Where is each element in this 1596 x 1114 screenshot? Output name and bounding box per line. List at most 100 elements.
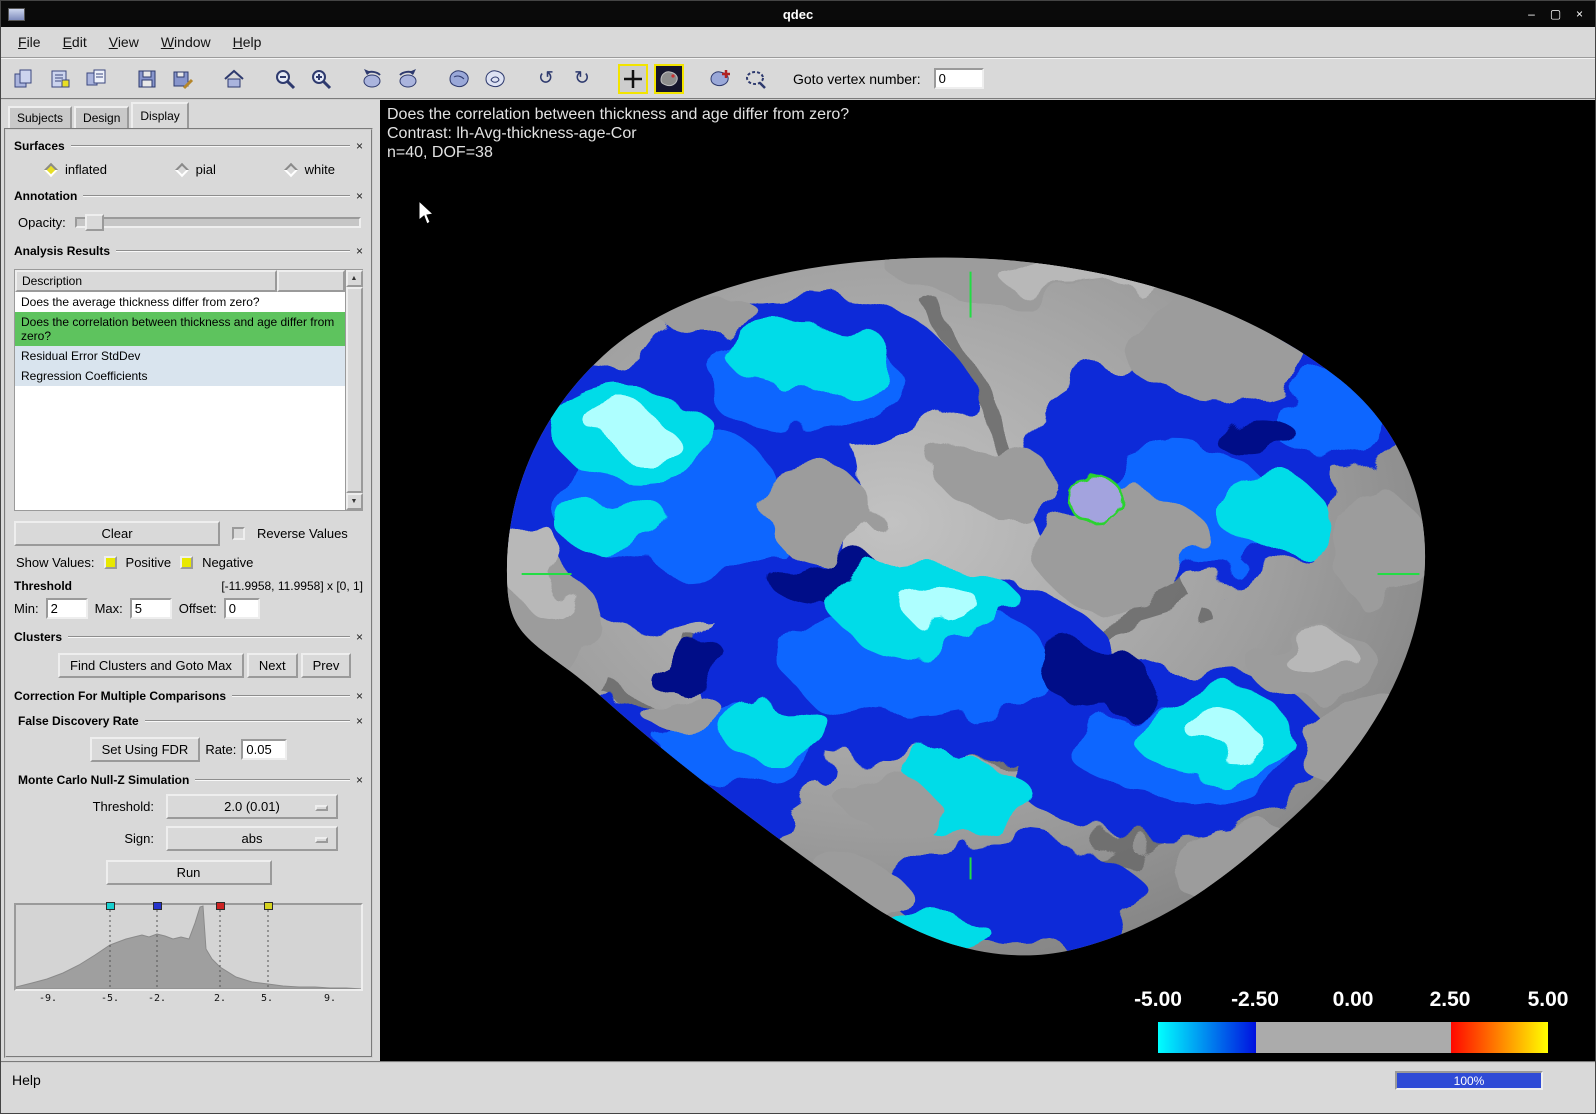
- annotation-title: Annotation: [14, 189, 77, 203]
- table-row[interactable]: Does the average thickness differ from z…: [15, 292, 345, 312]
- opacity-slider[interactable]: [75, 212, 361, 232]
- menu-window[interactable]: Window: [150, 29, 222, 55]
- zoom-in-icon[interactable]: [306, 64, 336, 94]
- control-panel: Subjects Design Display Surfaces × infla…: [1, 100, 379, 1061]
- menu-view[interactable]: View: [98, 29, 150, 55]
- scroll-up-icon[interactable]: ▲: [346, 270, 363, 287]
- overlay-contrast: Contrast: lh-Avg-thickness-age-Cor: [387, 124, 849, 143]
- minimize-icon[interactable]: –: [1521, 5, 1542, 23]
- mc-sign-select[interactable]: abs: [166, 826, 338, 851]
- copy-icon[interactable]: [9, 64, 39, 94]
- menu-edit[interactable]: Edit: [52, 29, 98, 55]
- menu-file[interactable]: File: [7, 29, 52, 55]
- close-panel-icon[interactable]: ×: [356, 246, 363, 256]
- set-using-fdr-button[interactable]: Set Using FDR: [90, 737, 201, 762]
- table-row[interactable]: Residual Error StdDev: [15, 346, 345, 366]
- colorbar: [1158, 1022, 1548, 1053]
- colorbar-label: -2.50: [1231, 988, 1279, 1012]
- table-scrollbar[interactable]: ▲ ▼: [345, 270, 362, 510]
- duplicate-icon[interactable]: [81, 64, 111, 94]
- min-input[interactable]: [46, 598, 88, 619]
- marker-select-icon[interactable]: [741, 64, 771, 94]
- tab-display[interactable]: Display: [131, 102, 188, 128]
- maximize-icon[interactable]: ▢: [1545, 5, 1566, 23]
- zoom-out-icon[interactable]: [270, 64, 300, 94]
- option-menu-indicator-icon: [315, 805, 328, 811]
- clusters-buttons-row: Find Clusters and Goto Max Next Prev: [14, 653, 363, 678]
- run-button[interactable]: Run: [106, 860, 272, 885]
- histogram-marker-negative[interactable]: [153, 902, 162, 910]
- fdr-controls-row: Set Using FDR Rate:: [14, 737, 363, 762]
- offset-input[interactable]: [224, 598, 260, 619]
- histogram-marker-max-positive[interactable]: [264, 902, 273, 910]
- crosshair-tool-icon[interactable]: [618, 64, 648, 94]
- opacity-slider-handle[interactable]: [85, 214, 104, 231]
- overlay-question: Does the correlation between thickness a…: [387, 105, 849, 124]
- marker-add-icon[interactable]: [705, 64, 735, 94]
- histogram-marker-min-negative[interactable]: [106, 902, 115, 910]
- opacity-slider-trough[interactable]: [75, 217, 361, 228]
- colorbar-label: -5.00: [1134, 988, 1182, 1012]
- mc-sign-value: abs: [242, 831, 263, 846]
- table-row[interactable]: Regression Coefficients: [15, 366, 345, 386]
- tab-subjects[interactable]: Subjects: [8, 106, 72, 128]
- axis-tick: 5.: [261, 993, 273, 1004]
- home-icon[interactable]: [219, 64, 249, 94]
- panel-tabs: Subjects Design Display: [1, 100, 379, 128]
- reverse-values-checkbox[interactable]: [232, 527, 245, 540]
- brain-medial-icon[interactable]: [480, 64, 510, 94]
- close-panel-icon[interactable]: ×: [356, 775, 363, 785]
- selected-cluster-patch[interactable]: [1068, 476, 1122, 522]
- histogram-marker-positive[interactable]: [216, 902, 225, 910]
- undo-icon[interactable]: ↺: [531, 64, 561, 94]
- threshold-row: Threshold [-11.9958, 11.9958] x [0, 1]: [14, 579, 363, 593]
- analysis-results-list: Description Does the average thickness d…: [15, 270, 345, 510]
- rate-input[interactable]: [241, 739, 287, 760]
- brain-surface-render[interactable]: [380, 100, 1595, 1061]
- close-panel-icon[interactable]: ×: [356, 691, 363, 701]
- max-input[interactable]: [130, 598, 172, 619]
- close-panel-icon[interactable]: ×: [356, 141, 363, 151]
- radio-white[interactable]: white: [286, 162, 335, 177]
- rotate-left-icon[interactable]: [357, 64, 387, 94]
- radio-inflated[interactable]: inflated: [46, 162, 107, 177]
- redo-icon[interactable]: ↻: [567, 64, 597, 94]
- mc-sign-label: Sign:: [14, 831, 166, 846]
- surface-viewport[interactable]: Does the correlation between thickness a…: [380, 100, 1595, 1061]
- copy-page-icon[interactable]: [45, 64, 75, 94]
- prev-cluster-button[interactable]: Prev: [301, 653, 352, 678]
- goto-vertex-input[interactable]: [934, 68, 984, 89]
- rotate-right-icon[interactable]: [393, 64, 423, 94]
- surface-edit-tool-icon[interactable]: [654, 64, 684, 94]
- next-cluster-button[interactable]: Next: [247, 653, 298, 678]
- table-row-selected[interactable]: Does the correlation between thickness a…: [15, 312, 345, 346]
- mc-run-row: Run: [14, 860, 363, 885]
- scrollbar-thumb[interactable]: [346, 287, 363, 493]
- overlay-info: Does the correlation between thickness a…: [387, 105, 849, 162]
- scroll-down-icon[interactable]: ▼: [346, 493, 363, 510]
- save-icon[interactable]: [132, 64, 162, 94]
- negative-checkbox[interactable]: [180, 556, 193, 569]
- tab-design[interactable]: Design: [74, 106, 129, 128]
- surfaces-options: inflated pial white: [14, 153, 363, 178]
- positive-checkbox[interactable]: [104, 556, 117, 569]
- min-label: Min:: [14, 601, 39, 616]
- close-panel-icon[interactable]: ×: [356, 191, 363, 201]
- negative-label: Negative: [202, 555, 253, 570]
- find-clusters-button[interactable]: Find Clusters and Goto Max: [58, 653, 244, 678]
- histogram-distribution: [16, 905, 362, 989]
- description-column-header[interactable]: Description: [15, 270, 277, 292]
- close-panel-icon[interactable]: ×: [356, 716, 363, 726]
- brain-lateral-icon[interactable]: [444, 64, 474, 94]
- histogram-plot[interactable]: [14, 903, 363, 991]
- save-as-icon[interactable]: [168, 64, 198, 94]
- menu-help[interactable]: Help: [222, 29, 273, 55]
- mc-threshold-select[interactable]: 2.0 (0.01): [166, 794, 338, 819]
- positive-label: Positive: [126, 555, 172, 570]
- radio-pial[interactable]: pial: [177, 162, 216, 177]
- mc-threshold-label: Threshold:: [14, 799, 166, 814]
- clear-button[interactable]: Clear: [14, 521, 220, 546]
- close-panel-icon[interactable]: ×: [356, 632, 363, 642]
- axis-tick: -5.: [101, 993, 119, 1004]
- close-icon[interactable]: ×: [1569, 5, 1590, 23]
